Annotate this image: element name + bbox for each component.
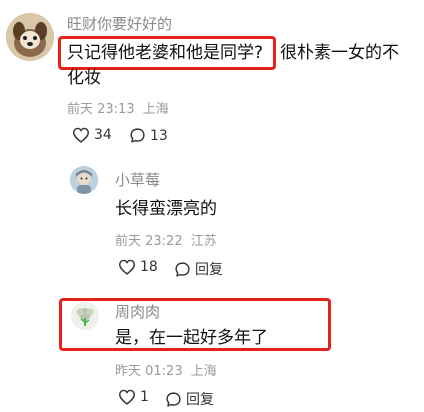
comment-bubble-icon [130, 128, 145, 143]
reply-item: 周肉肉 是，在一起好多年了 昨天 01:23 上海 1 回复 [0, 290, 424, 412]
comment-time: 前天 23:13 [67, 102, 135, 117]
reply-username[interactable]: 小草莓 [115, 170, 160, 190]
reply-time: 昨天 01:23 [115, 364, 183, 379]
like-count: 34 [94, 127, 112, 143]
reply-button[interactable]: 回复 [165, 389, 214, 409]
like-count: 1 [140, 389, 149, 405]
reply-count: 13 [150, 127, 168, 144]
comment-text-highlighted: 只记得他老婆和他是同学? [67, 43, 264, 63]
heart-icon [118, 259, 136, 275]
comment-text-wrap: 化妆 [67, 68, 101, 88]
reply-text: 是，在一起好多年了 [115, 328, 268, 348]
reply-username[interactable]: 周肉肉 [115, 302, 160, 322]
comment-bubble-icon [166, 391, 181, 407]
avatar[interactable] [70, 166, 98, 194]
reply-time: 前天 23:22 [115, 234, 183, 249]
like-button[interactable]: 18 [118, 259, 158, 275]
reply-meta: 昨天 01:23 上海 [115, 360, 217, 379]
like-button[interactable]: 34 [72, 127, 112, 143]
avatar[interactable] [71, 302, 99, 330]
comment-text-continued: 很朴素一女的不 [280, 43, 399, 63]
heart-icon [72, 127, 90, 143]
comment-username[interactable]: 旺财你要好好的 [67, 14, 172, 34]
reply-button[interactable]: 13 [129, 127, 168, 144]
reply-label: 回复 [195, 262, 223, 278]
like-button[interactable]: 1 [118, 389, 149, 405]
reply-button[interactable]: 回复 [174, 259, 223, 279]
comment-location: 上海 [142, 102, 169, 117]
reply-location: 上海 [190, 364, 217, 379]
reply-label: 回复 [186, 392, 214, 408]
heart-icon [118, 389, 136, 405]
comment-bubble-icon [175, 261, 190, 277]
avatar[interactable] [6, 13, 54, 61]
reply-location: 江苏 [190, 234, 217, 249]
doll-avatar-icon [70, 166, 98, 194]
comment-meta: 前天 23:13 上海 [67, 98, 169, 117]
reply-item: 小草莓 长得蛮漂亮的 前天 23:22 江苏 18 回复 [0, 160, 424, 290]
flower-avatar-icon [71, 302, 99, 330]
reply-text: 长得蛮漂亮的 [115, 199, 217, 219]
like-count: 18 [140, 259, 158, 275]
comment-item: 旺财你要好好的 只记得他老婆和他是同学? 很朴素一女的不 化妆 前天 23:13… [0, 0, 424, 160]
dog-avatar-icon [6, 13, 54, 61]
reply-meta: 前天 23:22 江苏 [115, 230, 217, 249]
